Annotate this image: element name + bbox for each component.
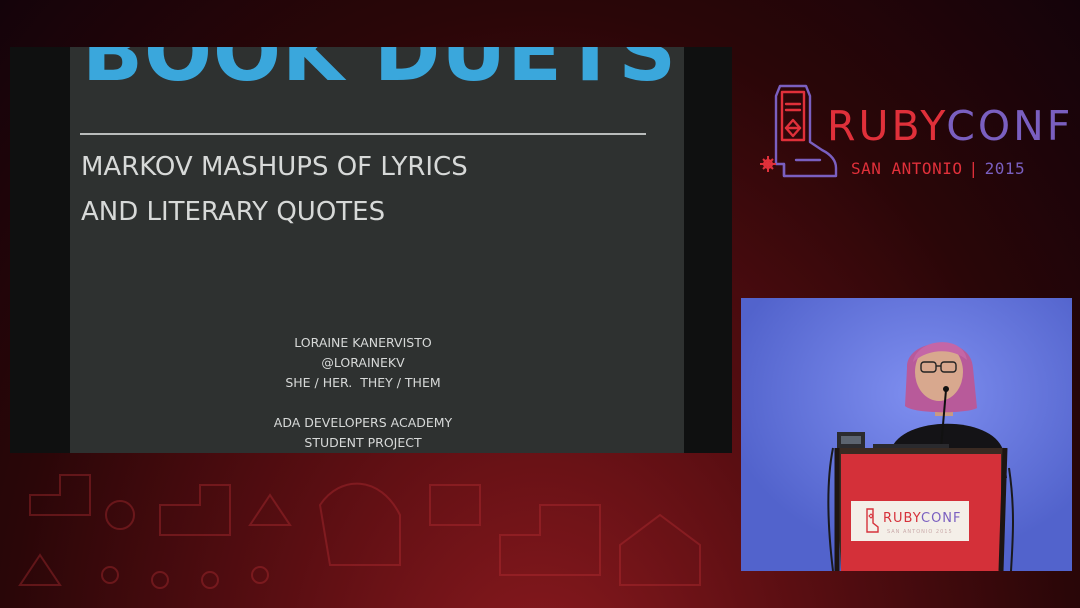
podium-name-ruby: RUBY xyxy=(883,511,921,526)
conference-name: RUBYCONF xyxy=(827,106,1073,147)
slide-divider xyxy=(80,133,646,135)
speaker-camera-view: RUBYCONF SAN ANTONIO 2015 xyxy=(741,298,1072,571)
podium-conference-name: RUBYCONF xyxy=(883,511,962,526)
conference-logo: RUBYCONF SAN ANTONIO | 2015 xyxy=(760,80,1070,185)
background-pattern xyxy=(18,474,701,589)
slide-content: BOOK DUETS MARKOV MASHUPS OF LYRICS AND … xyxy=(70,47,684,453)
conference-year: 2015 xyxy=(984,159,1026,178)
project-label: STUDENT PROJECT xyxy=(304,435,422,450)
podium-name-conf: CONF xyxy=(921,511,962,526)
podium-boot-icon xyxy=(866,508,879,533)
speaker-name: LORAINE KANERVISTO xyxy=(294,335,432,350)
slide-subtitle-line: MARKOV MASHUPS OF LYRICS xyxy=(81,152,468,182)
credits-spacer xyxy=(240,393,486,413)
speaker-pronouns: SHE / HER. THEY / THEM xyxy=(285,375,441,390)
video-frame: BOOK DUETS MARKOV MASHUPS OF LYRICS AND … xyxy=(0,0,1080,608)
slide-credits: LORAINE KANERVISTO @LORAINEKV SHE / HER.… xyxy=(240,333,486,453)
conference-name-ruby: RUBY xyxy=(827,102,947,150)
podium-sign: RUBYCONF SAN ANTONIO 2015 xyxy=(851,501,969,541)
conference-separator: | xyxy=(968,159,979,178)
slide-title: BOOK DUETS xyxy=(82,47,678,99)
speaker-handle: @LORAINEKV xyxy=(321,355,405,370)
conference-name-conf: CONF xyxy=(946,102,1074,150)
conference-location: SAN ANTONIO xyxy=(851,159,963,178)
podium-conference-subtext: SAN ANTONIO 2015 xyxy=(887,529,953,535)
presentation-slide: BOOK DUETS MARKOV MASHUPS OF LYRICS AND … xyxy=(10,47,732,453)
conference-subtitle: SAN ANTONIO | 2015 xyxy=(851,161,1025,177)
organization-name: ADA DEVELOPERS ACADEMY xyxy=(273,415,453,430)
slide-subtitle: MARKOV MASHUPS OF LYRICS AND LITERARY QU… xyxy=(81,145,468,235)
slide-subtitle-line: AND LITERARY QUOTES xyxy=(81,197,386,227)
